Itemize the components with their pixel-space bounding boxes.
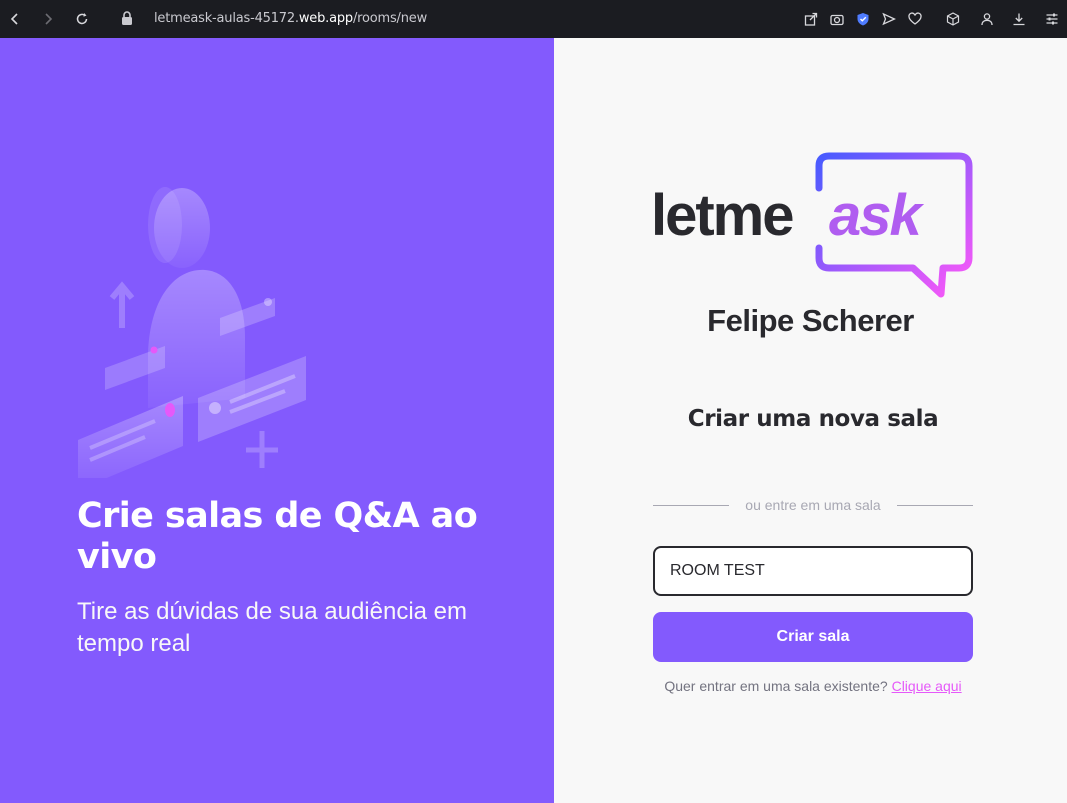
logo-ask-text: ask (829, 183, 922, 248)
join-prompt-text: Quer entrar em uma sala existente? (664, 678, 888, 694)
share-icon[interactable] (803, 11, 819, 27)
url-prefix: letmeask-aulas-45172. (154, 11, 299, 26)
join-room-link[interactable]: Clique aqui (892, 678, 962, 694)
cube-icon[interactable] (945, 11, 961, 27)
user-name: Felipe Scherer (707, 303, 914, 338)
create-room-button[interactable]: Criar sala (653, 612, 973, 662)
form-title: Criar uma nova sala (687, 406, 939, 432)
profile-icon[interactable] (979, 11, 995, 27)
aside-subtitle: Tire as dúvidas de sua audiência em temp… (77, 598, 467, 657)
main-content: letme ask Felipe Scherer Criar uma nova … (554, 38, 1067, 803)
camera-icon[interactable] (829, 11, 845, 27)
room-name-input[interactable] (653, 546, 973, 596)
heart-icon[interactable] (907, 11, 923, 27)
separator-text: ou entre em uma sala (745, 497, 881, 513)
letmeask-logo: letme ask (651, 150, 976, 305)
aside-title: Crie salas de Q&A ao vivo (77, 496, 478, 577)
qa-illustration (78, 187, 306, 478)
separator-line (896, 504, 973, 506)
join-room-prompt: Quer entrar em uma sala existente? Cliqu… (554, 678, 1067, 694)
logo-letme-text: letme (651, 183, 795, 248)
shield-icon[interactable] (855, 11, 871, 27)
forward-icon[interactable] (38, 9, 58, 29)
send-icon[interactable] (881, 11, 897, 27)
address-bar[interactable]: letmeask-aulas-45172.web.app/rooms/new (154, 11, 427, 26)
url-path: /rooms/new (352, 11, 428, 26)
browser-toolbar: letmeask-aulas-45172.web.app/rooms/new (0, 0, 1067, 38)
url-host: web.app (298, 11, 353, 26)
reload-icon[interactable] (72, 9, 92, 29)
download-icon[interactable] (1011, 11, 1027, 27)
aside-panel: Crie salas de Q&A ao vivo Tire as dúvida… (0, 38, 554, 803)
settings-sliders-icon[interactable] (1044, 11, 1060, 27)
separator: ou entre em uma sala (653, 496, 973, 514)
lock-icon (121, 11, 133, 26)
back-icon[interactable] (5, 9, 25, 29)
separator-line (653, 504, 730, 506)
